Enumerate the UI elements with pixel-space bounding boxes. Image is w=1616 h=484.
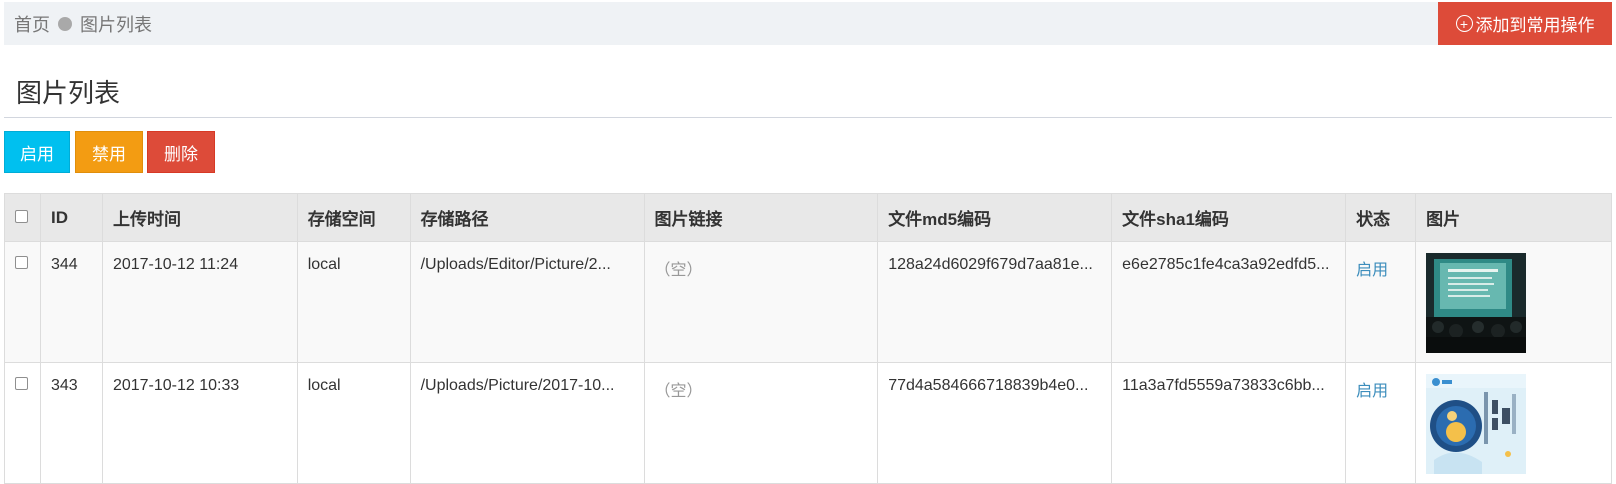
table-row: 344 2017-10-12 11:24 local /Uploads/Edit…	[4, 241, 1612, 363]
row-select-cell	[4, 362, 41, 484]
page-title: 图片列表	[16, 78, 121, 108]
breadcrumb: 首页 图片列表	[14, 2, 152, 45]
picture-table: ID 上传时间 存储空间 存储路径 图片链接 文件md5编码 文件sha1编码 …	[4, 193, 1612, 484]
add-to-favorites-label: 添加到常用操作	[1475, 16, 1595, 35]
cell-sha1: 11a3a7fd5559a73833c6bb...	[1111, 362, 1347, 484]
plus-circle-icon: +	[1455, 15, 1473, 32]
column-header-sha1[interactable]: 文件sha1编码	[1111, 193, 1347, 242]
row-checkbox[interactable]	[15, 256, 28, 269]
cell-md5: 128a24d6029f679d7aa81e...	[877, 241, 1113, 363]
select-all-header	[4, 193, 41, 242]
poster-thumbnail-icon[interactable]	[1426, 374, 1527, 474]
cell-image	[1415, 241, 1612, 363]
enable-button[interactable]: 启用	[4, 131, 70, 173]
column-header-link[interactable]: 图片链接	[643, 193, 879, 242]
cell-storage: local	[296, 362, 411, 484]
delete-button[interactable]: 删除	[147, 131, 215, 173]
cell-status: 启用	[1345, 362, 1417, 484]
status-toggle-link[interactable]: 启用	[1356, 383, 1388, 400]
breadcrumb-current: 图片列表	[80, 14, 152, 35]
column-header-md5[interactable]: 文件md5编码	[877, 193, 1113, 242]
breadcrumb-separator-icon	[58, 16, 72, 31]
cell-status: 启用	[1345, 241, 1417, 363]
cell-path: /Uploads/Editor/Picture/2...	[409, 241, 645, 363]
column-header-path[interactable]: 存储路径	[409, 193, 645, 242]
row-checkbox[interactable]	[15, 377, 28, 390]
column-header-image[interactable]: 图片	[1415, 193, 1612, 242]
cell-image	[1415, 362, 1612, 484]
cell-id: 343	[39, 362, 103, 484]
title-divider	[4, 117, 1612, 118]
cell-storage: local	[296, 241, 411, 363]
select-all-checkbox[interactable]	[15, 209, 28, 223]
cell-md5: 77d4a584666718839b4e0...	[877, 362, 1113, 484]
column-header-status[interactable]: 状态	[1345, 193, 1417, 242]
breadcrumb-home[interactable]: 首页	[14, 11, 50, 37]
disable-button[interactable]: 禁用	[75, 131, 143, 173]
column-header-upload-time[interactable]: 上传时间	[101, 193, 298, 242]
cell-link: （空）	[643, 362, 879, 484]
add-to-favorites-button[interactable]: + 添加到常用操作	[1438, 2, 1612, 45]
cell-sha1: e6e2785c1fe4ca3a92edfd5...	[1111, 241, 1347, 363]
status-toggle-link[interactable]: 启用	[1356, 262, 1388, 279]
row-select-cell	[4, 241, 41, 363]
top-bar: 首页 图片列表 + 添加到常用操作	[4, 2, 1612, 45]
column-header-id[interactable]: ID	[39, 193, 103, 242]
cell-path: /Uploads/Picture/2017-10...	[409, 362, 645, 484]
photo-thumbnail-icon[interactable]	[1426, 253, 1527, 353]
cell-upload-time: 2017-10-12 10:33	[101, 362, 298, 484]
cell-link: （空）	[643, 241, 879, 363]
table-header-row: ID 上传时间 存储空间 存储路径 图片链接 文件md5编码 文件sha1编码 …	[4, 193, 1612, 242]
cell-id: 344	[39, 241, 103, 363]
cell-upload-time: 2017-10-12 11:24	[101, 241, 298, 363]
column-header-storage[interactable]: 存储空间	[296, 193, 411, 242]
table-row: 343 2017-10-12 10:33 local /Uploads/Pict…	[4, 362, 1612, 484]
